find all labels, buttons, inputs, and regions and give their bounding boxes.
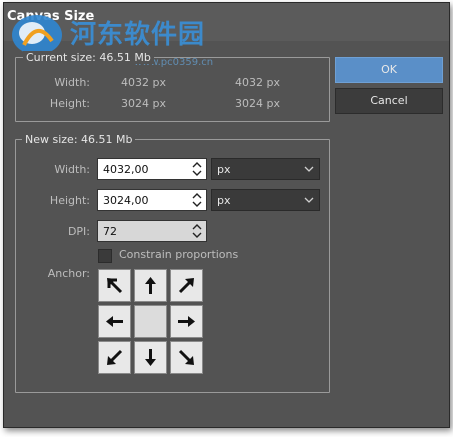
current-width-label: Width: <box>54 76 90 89</box>
arrow-e-icon <box>178 316 195 327</box>
new-width-label: Width: <box>54 163 90 176</box>
current-height-value-2: 3024 px <box>235 97 280 110</box>
anchor-label: Anchor: <box>47 267 90 280</box>
anchor-grid <box>98 269 203 374</box>
dpi-label: DPI: <box>67 225 90 238</box>
new-height-label: Height: <box>49 194 90 207</box>
current-size-legend: Current size: 46.51 Mb <box>23 51 154 64</box>
cancel-button[interactable]: Cancel <box>335 88 443 114</box>
current-size-group <box>15 57 330 122</box>
constrain-proportions-label: Constrain proportions <box>119 248 239 261</box>
current-height-label: Height: <box>49 97 90 110</box>
dpi-spinbox[interactable]: 72 <box>97 220 207 242</box>
chevron-down-icon <box>304 197 314 203</box>
dpi-value: 72 <box>103 225 117 238</box>
height-value: 3024,00 <box>103 194 149 207</box>
anchor-top-left[interactable] <box>98 269 131 302</box>
height-unit-select[interactable]: px <box>211 189 320 211</box>
height-spinbox[interactable]: 3024,00 <box>97 189 207 211</box>
anchor-left[interactable] <box>98 305 131 338</box>
spin-arrows-icon[interactable] <box>190 222 204 240</box>
current-height-value: 3024 px <box>121 97 166 110</box>
anchor-right[interactable] <box>170 305 203 338</box>
arrow-ne-icon <box>178 278 194 294</box>
anchor-top-right[interactable] <box>170 269 203 302</box>
anchor-bottom-right[interactable] <box>170 341 203 374</box>
anchor-top[interactable] <box>134 269 167 302</box>
arrow-s-icon <box>145 349 156 366</box>
canvas-size-dialog: Canvas Size 河东软件园 www.pc0359.cn Current … <box>3 2 450 428</box>
watermark-text: 河东软件园 <box>70 20 206 50</box>
chevron-down-icon <box>304 166 314 172</box>
anchor-bottom[interactable] <box>134 341 167 374</box>
arrow-n-icon <box>145 277 156 294</box>
width-unit-select[interactable]: px <box>211 158 320 180</box>
current-width-value: 4032 px <box>121 76 166 89</box>
arrow-w-icon <box>106 316 123 327</box>
width-unit-value: px <box>217 163 231 176</box>
spin-arrows-icon[interactable] <box>190 160 204 178</box>
anchor-bottom-left[interactable] <box>98 341 131 374</box>
new-size-legend: New size: 46.51 Mb <box>22 133 136 146</box>
constrain-proportions-checkbox[interactable] <box>98 249 112 263</box>
height-unit-value: px <box>217 194 231 207</box>
arrow-nw-icon <box>107 278 123 294</box>
ok-button[interactable]: OK <box>335 57 443 83</box>
anchor-center[interactable] <box>134 305 167 338</box>
width-spinbox[interactable]: 4032,00 <box>97 158 207 180</box>
spin-arrows-icon[interactable] <box>190 191 204 209</box>
arrow-se-icon <box>178 349 194 365</box>
current-width-value-2: 4032 px <box>235 76 280 89</box>
width-value: 4032,00 <box>103 163 149 176</box>
arrow-sw-icon <box>107 349 123 365</box>
